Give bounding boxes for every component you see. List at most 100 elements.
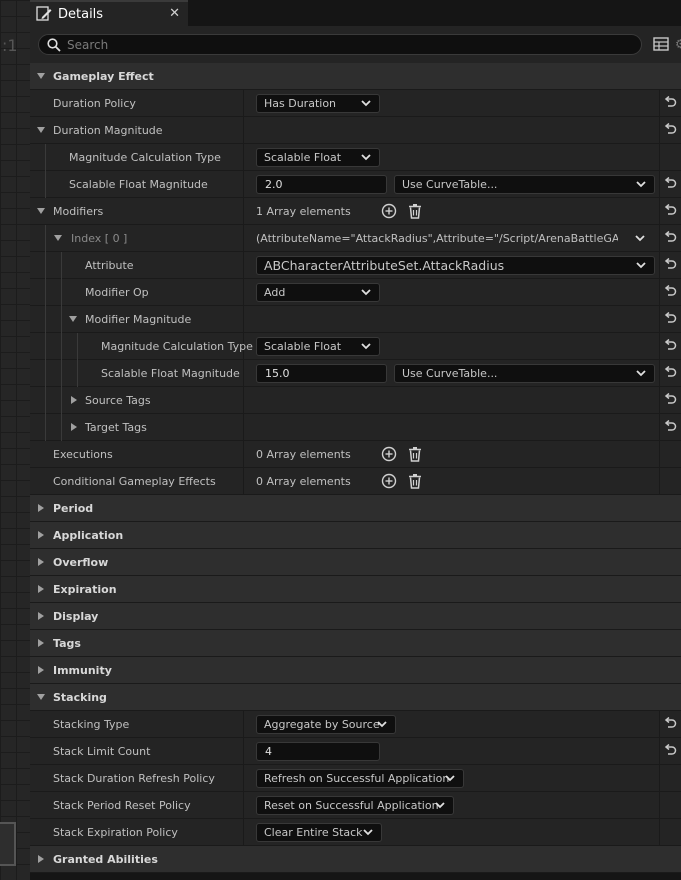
- duration-policy-combo[interactable]: Has Duration: [256, 94, 380, 113]
- mm-calculation-type-combo[interactable]: Scalable Float: [256, 337, 380, 356]
- row-index-0[interactable]: Index [ 0 ] (AttributeName="AttackRadius…: [30, 225, 681, 252]
- delete-all-icon[interactable]: [407, 473, 423, 489]
- details-toolbar: ⚙: [30, 26, 681, 63]
- category-granted-abilities[interactable]: Granted Abilities: [30, 846, 681, 873]
- category-period[interactable]: Period: [30, 495, 681, 522]
- mm-curve-table-combo[interactable]: Use CurveTable...: [394, 364, 655, 383]
- row-conditional-effects: Conditional Gameplay Effects 0 Array ele…: [30, 468, 681, 495]
- mm-scalable-float-input[interactable]: 15.0: [256, 364, 387, 383]
- combo-value: Clear Entire Stack: [264, 826, 363, 839]
- array-count: 0 Array elements: [256, 448, 351, 461]
- category-tags[interactable]: Tags: [30, 630, 681, 657]
- property-label: Stacking Type: [53, 718, 130, 731]
- row-modifier-magnitude[interactable]: Modifier Magnitude: [30, 306, 681, 333]
- reset-to-default-icon[interactable]: [663, 96, 677, 110]
- property-label: Conditional Gameplay Effects: [53, 475, 216, 488]
- expand-arrow-icon[interactable]: [38, 504, 44, 512]
- property-label: Modifier Op: [85, 286, 149, 299]
- stack-limit-count-input[interactable]: 4: [256, 742, 380, 761]
- reset-to-default-icon[interactable]: [663, 231, 677, 245]
- combo-value: Has Duration: [264, 97, 337, 110]
- reset-to-default-icon[interactable]: [663, 312, 677, 326]
- add-element-icon[interactable]: [381, 203, 397, 219]
- category-display[interactable]: Display: [30, 603, 681, 630]
- expand-arrow-icon[interactable]: [38, 612, 44, 620]
- attribute-combo[interactable]: ABCharacterAttributeSet.AttackRadius: [256, 256, 655, 275]
- row-duration-policy: Duration Policy Has Duration: [30, 90, 681, 117]
- expand-arrow-icon[interactable]: [71, 423, 77, 431]
- stack-duration-refresh-combo[interactable]: Refresh on Successful Application: [256, 769, 464, 788]
- expand-arrow-icon[interactable]: [38, 639, 44, 647]
- reset-to-default-icon[interactable]: [663, 339, 677, 353]
- row-attribute: Attribute ABCharacterAttributeSet.Attack…: [30, 252, 681, 279]
- reset-to-default-icon[interactable]: [663, 366, 677, 380]
- expand-arrow-icon[interactable]: [38, 585, 44, 593]
- property-label: Scalable Float Magnitude: [101, 367, 240, 380]
- expand-arrow-icon[interactable]: [37, 208, 45, 214]
- close-icon[interactable]: ✕: [169, 6, 180, 21]
- dm-curve-table-combo[interactable]: Use CurveTable...: [394, 175, 655, 194]
- add-element-icon[interactable]: [381, 446, 397, 462]
- dm-scalable-float-input[interactable]: 2.0: [256, 175, 387, 194]
- chevron-down-icon: [636, 370, 646, 377]
- stack-period-reset-combo[interactable]: Reset on Successful Application: [256, 796, 454, 815]
- category-stacking[interactable]: Stacking: [30, 684, 681, 711]
- delete-all-icon[interactable]: [407, 203, 423, 219]
- category-gameplay-effect[interactable]: Gameplay Effect: [30, 63, 681, 90]
- row-stack-period-reset: Stack Period Reset Policy Reset on Succe…: [30, 792, 681, 819]
- reset-to-default-icon[interactable]: [663, 393, 677, 407]
- stacking-type-combo[interactable]: Aggregate by Source: [256, 715, 396, 734]
- chevron-down-icon[interactable]: [635, 235, 645, 242]
- reset-to-default-icon[interactable]: [663, 744, 677, 758]
- category-application[interactable]: Application: [30, 522, 681, 549]
- reset-to-default-icon[interactable]: [663, 177, 677, 191]
- category-expiration[interactable]: Expiration: [30, 576, 681, 603]
- delete-all-icon[interactable]: [407, 446, 423, 462]
- expand-arrow-icon[interactable]: [54, 235, 62, 241]
- table-view-icon[interactable]: [653, 37, 669, 51]
- category-overflow[interactable]: Overflow: [30, 549, 681, 576]
- property-label: Stack Limit Count: [53, 745, 151, 758]
- reset-to-default-icon[interactable]: [663, 204, 677, 218]
- expand-arrow-icon[interactable]: [38, 531, 44, 539]
- combo-value: Refresh on Successful Application: [264, 772, 450, 785]
- expand-arrow-icon[interactable]: [69, 316, 77, 322]
- expand-arrow-icon[interactable]: [38, 558, 44, 566]
- category-label: Stacking: [53, 691, 107, 704]
- expand-arrow-icon[interactable]: [37, 694, 45, 700]
- expand-arrow-icon[interactable]: [37, 73, 45, 79]
- expand-arrow-icon[interactable]: [38, 855, 44, 863]
- add-element-icon[interactable]: [381, 473, 397, 489]
- modifier-op-combo[interactable]: Add: [256, 283, 380, 302]
- tree-guide: [61, 414, 62, 441]
- property-label: Duration Magnitude: [53, 124, 163, 137]
- settings-icon[interactable]: ⚙: [675, 37, 681, 51]
- reset-to-default-icon[interactable]: [663, 420, 677, 434]
- stack-expiration-policy-combo[interactable]: Clear Entire Stack: [256, 823, 382, 842]
- reset-to-default-icon[interactable]: [663, 717, 677, 731]
- row-source-tags[interactable]: Source Tags: [30, 387, 681, 414]
- chevron-down-icon: [377, 721, 387, 728]
- expand-arrow-icon[interactable]: [71, 396, 77, 404]
- row-executions: Executions 0 Array elements: [30, 441, 681, 468]
- property-label: Modifier Magnitude: [85, 313, 192, 326]
- dm-calculation-type-combo[interactable]: Scalable Float: [256, 148, 380, 167]
- category-label: Overflow: [53, 556, 109, 569]
- category-immunity[interactable]: Immunity: [30, 657, 681, 684]
- expand-arrow-icon[interactable]: [38, 666, 44, 674]
- tab-details[interactable]: Details ✕: [30, 0, 188, 26]
- property-label: Executions: [53, 448, 113, 461]
- search-input[interactable]: [67, 37, 607, 52]
- expand-arrow-icon[interactable]: [37, 127, 45, 133]
- reset-to-default-icon[interactable]: [663, 285, 677, 299]
- category-label: Display: [53, 610, 99, 623]
- row-duration-magnitude[interactable]: Duration Magnitude: [30, 117, 681, 144]
- reset-to-default-icon[interactable]: [663, 258, 677, 272]
- row-target-tags[interactable]: Target Tags: [30, 414, 681, 441]
- tab-bar: Details ✕: [30, 0, 681, 26]
- chevron-down-icon: [445, 775, 455, 782]
- row-modifiers[interactable]: Modifiers 1 Array elements: [30, 198, 681, 225]
- tree-guide: [61, 333, 62, 360]
- reset-to-default-icon[interactable]: [663, 123, 677, 137]
- struct-value: (AttributeName="AttackRadius",Attribute=…: [256, 232, 618, 245]
